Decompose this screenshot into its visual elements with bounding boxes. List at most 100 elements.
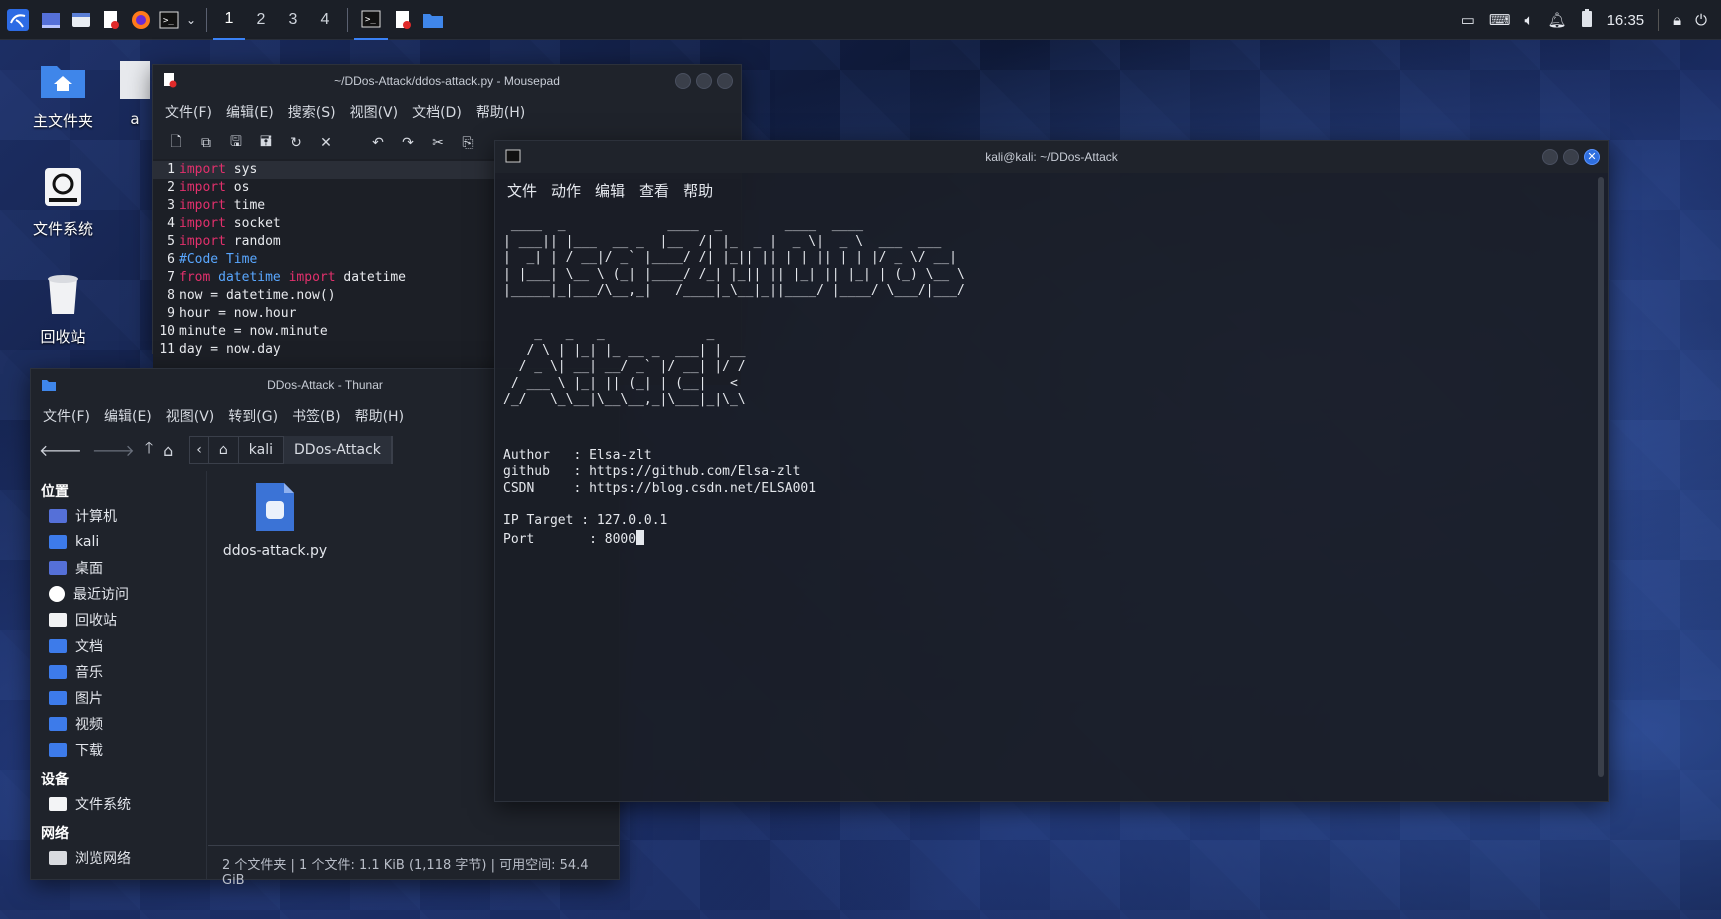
info-blank [503, 497, 1600, 513]
menu-help[interactable]: 帮助(H) [476, 102, 525, 122]
taskbar-mousepad-icon[interactable] [388, 0, 418, 40]
maximize-button[interactable] [696, 73, 712, 89]
python-file-icon [220, 481, 330, 537]
sidebar-item-desktop[interactable]: 桌面 [31, 555, 206, 581]
power-icon[interactable]: ⏻ [1695, 12, 1707, 29]
close-button[interactable] [717, 73, 733, 89]
menu-file[interactable]: 文件(F) [43, 406, 90, 426]
menu-file[interactable]: 文件(F) [165, 102, 212, 122]
new-file-icon[interactable]: 🗋 [167, 131, 185, 155]
thunar-statusbar: 2 个文件夹 | 1 个文件: 1.1 KiB (1,118 字节) | 可用空… [208, 845, 619, 888]
redo-icon[interactable]: ↷ [399, 135, 417, 151]
breadcrumb-kali[interactable]: kali [239, 436, 285, 464]
home-folder-icon [8, 60, 118, 104]
sidebar-item-downloads[interactable]: 下载 [31, 737, 206, 763]
menu-document[interactable]: 文档(D) [412, 102, 462, 122]
menu-view[interactable]: 查看 [639, 180, 669, 201]
up-arrow-icon[interactable]: 🡑 [145, 437, 153, 464]
workspace-1[interactable]: 1 [213, 0, 245, 40]
copy-icon[interactable]: ⎘ [459, 135, 477, 151]
sidebar-item-videos[interactable]: 视频 [31, 711, 206, 737]
tray-separator [1658, 9, 1660, 31]
menu-go[interactable]: 转到(G) [228, 406, 278, 426]
sidebar-item-documents[interactable]: 文档 [31, 633, 206, 659]
terminal-output[interactable]: ____ _ ____ _ ____ ____ | ___|| |___ __ … [495, 207, 1608, 797]
home-icon[interactable]: ⌂ [163, 441, 173, 460]
sidebar-item-pictures[interactable]: 图片 [31, 685, 206, 711]
sidebar-item-music[interactable]: 音乐 [31, 659, 206, 685]
line-number: 4 [167, 216, 175, 231]
terminal-launcher-icon[interactable]: >_ [156, 0, 182, 40]
new-window-icon[interactable]: ⧉ [197, 135, 215, 151]
reload-icon[interactable]: ↻ [287, 135, 305, 151]
sidebar-item-filesystem[interactable]: 文件系统 [31, 791, 206, 817]
breadcrumb-home-icon[interactable]: ⌂ [209, 436, 239, 464]
mousepad-titlebar[interactable]: ~/DDos-Attack/ddos-attack.py - Mousepad [153, 65, 741, 97]
keyboard-icon[interactable]: ⌨ [1489, 11, 1511, 29]
menu-help[interactable]: 帮助(H) [355, 406, 404, 426]
sidebar-item-kali[interactable]: kali [31, 529, 206, 555]
menu-edit[interactable]: 编辑(E) [226, 102, 274, 122]
taskbar-thunar-icon[interactable] [418, 0, 448, 40]
menu-search[interactable]: 搜索(S) [288, 102, 336, 122]
file-manager-launcher-icon[interactable] [66, 0, 96, 40]
desktop-home-folder[interactable]: 主文件夹 [8, 60, 118, 131]
lock-icon[interactable]: 🔒︎ [1673, 12, 1681, 29]
text-editor-launcher-icon[interactable] [96, 0, 126, 40]
terminal-scrollbar[interactable] [1598, 177, 1604, 777]
menu-edit[interactable]: 编辑(E) [104, 406, 152, 426]
sidebar-item-trash[interactable]: 回收站 [31, 607, 206, 633]
menu-view[interactable]: 视图(V) [166, 406, 215, 426]
menu-edit[interactable]: 编辑 [595, 180, 625, 201]
desktop-filesystem[interactable]: 文件系统 [8, 166, 118, 239]
save-icon[interactable]: 🖫 [227, 131, 245, 155]
terminal-titlebar[interactable]: kali@kali: ~/DDos-Attack ✕ [495, 141, 1608, 173]
undo-icon[interactable]: ↶ [369, 135, 387, 151]
line-text: import os [179, 180, 250, 195]
workspace-3[interactable]: 3 [277, 0, 309, 40]
kali-menu-icon[interactable] [0, 0, 36, 40]
menu-help[interactable]: 帮助 [683, 180, 713, 201]
sidebar-item-recent[interactable]: 最近访问 [31, 581, 206, 607]
menu-view[interactable]: 视图(V) [350, 102, 399, 122]
desktop-trash[interactable]: 回收站 [8, 272, 118, 347]
close-doc-icon[interactable]: ✕ [317, 135, 335, 151]
minimize-button[interactable] [1542, 149, 1558, 165]
banner-attack: _ _ _ _ / \ | |_| |_ __ _ ___| | __ / _ … [503, 326, 746, 407]
battery-icon[interactable] [1581, 8, 1593, 32]
volume-icon[interactable]: 🔈︎ [1525, 12, 1534, 29]
save-as-icon[interactable]: 🖬 [257, 131, 275, 155]
notification-bell-icon[interactable]: 🔔︎ [1548, 11, 1567, 29]
line-text: day = now.day [179, 342, 281, 357]
line-number: 7 [167, 270, 175, 285]
close-button[interactable]: ✕ [1584, 149, 1600, 165]
show-desktop-icon[interactable] [36, 0, 66, 40]
sidebar-item-browse-network[interactable]: 浏览网络 [31, 845, 206, 871]
maximize-button[interactable] [1563, 149, 1579, 165]
taskbar-terminal-icon[interactable]: >_ [354, 0, 388, 40]
forward-arrow-icon[interactable]: 🡒 [92, 440, 135, 460]
breadcrumb-left-icon[interactable]: ‹ [190, 436, 209, 464]
sidebar-item-label: 下载 [75, 743, 103, 759]
sidebar-item-computer[interactable]: 计算机 [31, 503, 206, 529]
desktop-icon-label: 主文件夹 [32, 112, 93, 130]
menu-file[interactable]: 文件 [507, 180, 537, 201]
clock[interactable]: 16:35 [1607, 12, 1645, 29]
line-text: now = datetime.now() [179, 288, 336, 303]
sidebar-heading-network: 网络 [41, 826, 69, 842]
display-icon[interactable]: ▭ [1461, 11, 1475, 29]
cut-icon[interactable]: ✂ [429, 135, 447, 151]
music-folder-icon [49, 665, 67, 679]
minimize-button[interactable] [675, 73, 691, 89]
menu-bookmarks[interactable]: 书签(B) [292, 406, 341, 426]
workspace-4[interactable]: 4 [309, 0, 341, 40]
workspace-2[interactable]: 2 [245, 0, 277, 40]
file-item[interactable]: ddos-attack.py [220, 481, 330, 559]
firefox-launcher-icon[interactable] [126, 0, 156, 40]
sidebar-item-label: 计算机 [75, 509, 117, 525]
menu-actions[interactable]: 动作 [551, 180, 581, 201]
line-number: 3 [167, 198, 175, 213]
chevron-down-icon[interactable]: ⌄ [182, 0, 200, 40]
breadcrumb-ddos-attack[interactable]: DDos-Attack [284, 436, 392, 464]
back-arrow-icon[interactable]: 🡐 [39, 440, 82, 460]
